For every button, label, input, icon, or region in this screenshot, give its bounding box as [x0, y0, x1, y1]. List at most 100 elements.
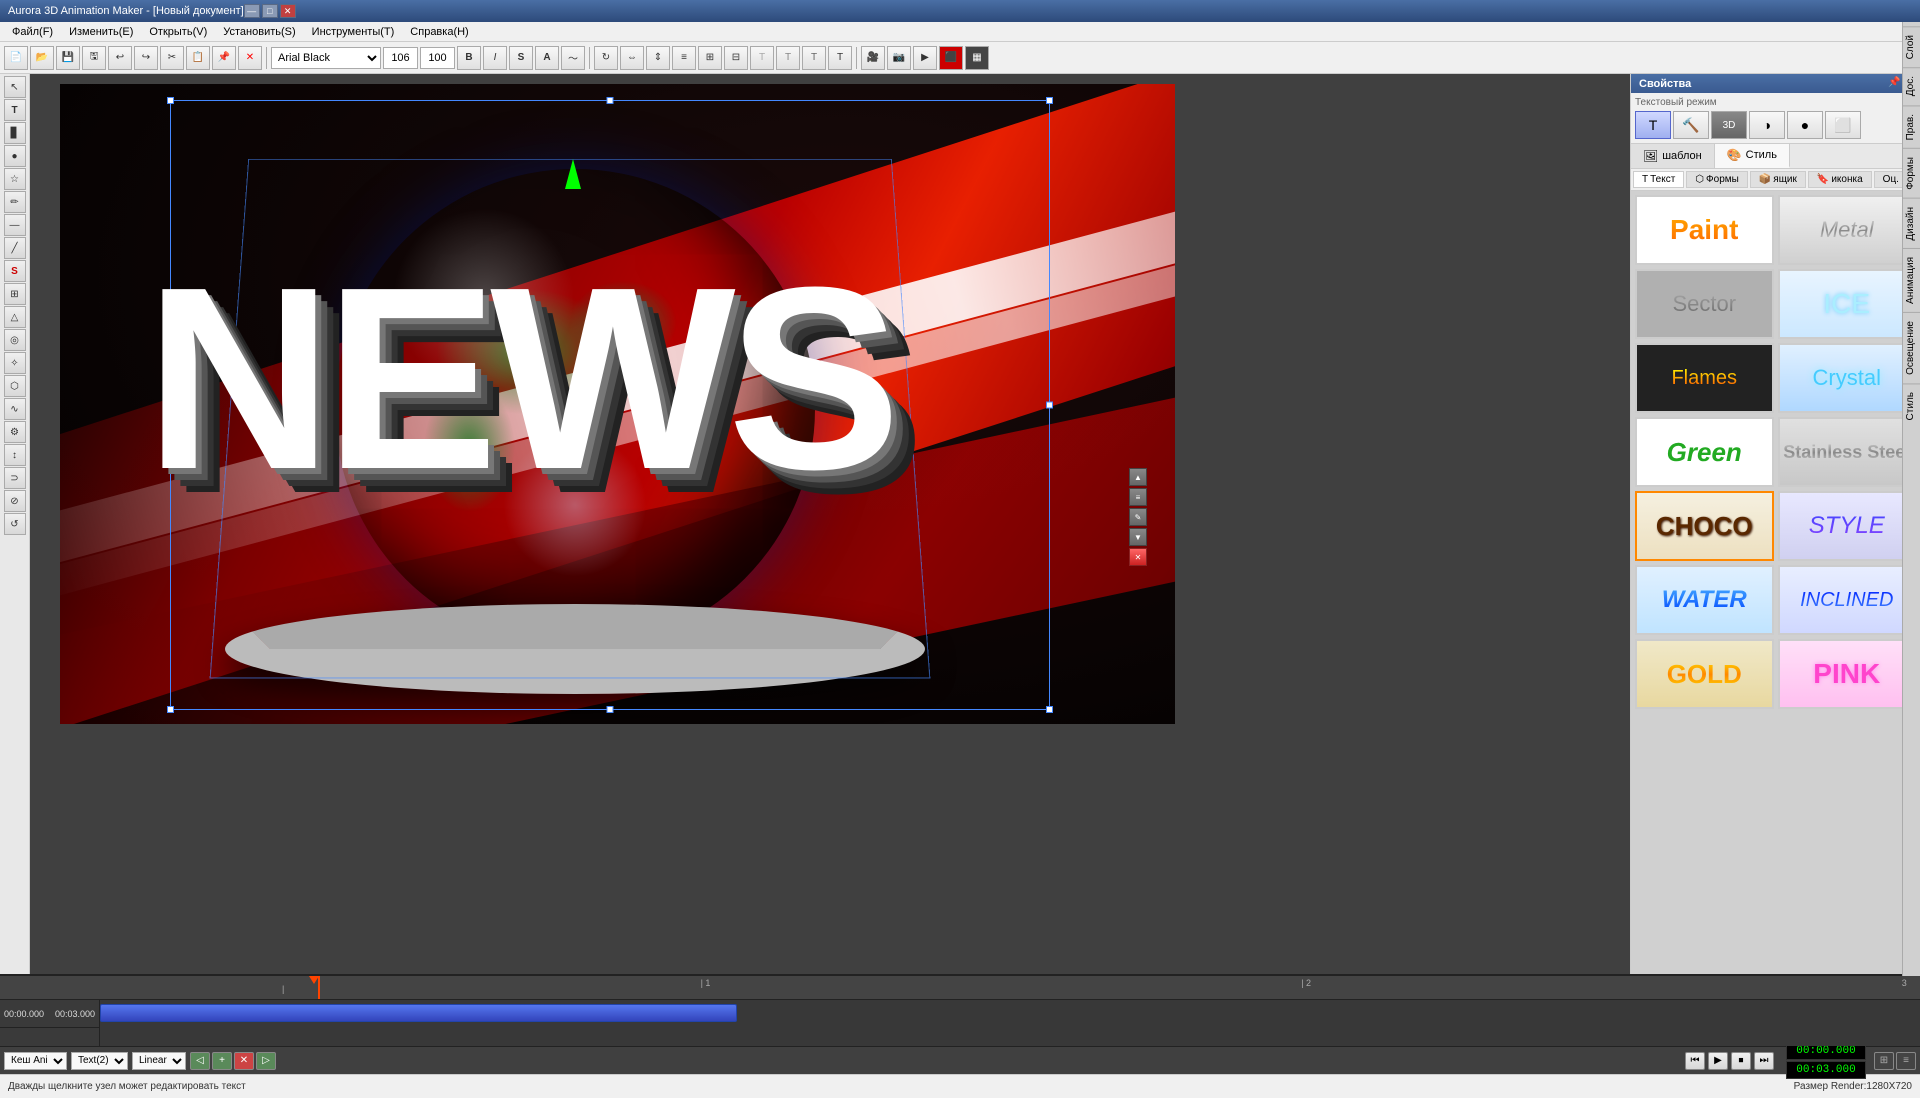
- tool-select[interactable]: ↖: [4, 76, 26, 98]
- menu-help[interactable]: Справка(H): [402, 24, 476, 40]
- tool-bezier[interactable]: ╱: [4, 237, 26, 259]
- playhead[interactable]: [318, 976, 320, 999]
- tb-undo[interactable]: ↩: [108, 46, 132, 70]
- rtab-shapes[interactable]: Формы: [1903, 148, 1920, 198]
- track-select-2[interactable]: Text(2): [71, 1052, 128, 1070]
- tool-magic[interactable]: ⊘: [4, 490, 26, 512]
- tb-shadow[interactable]: S: [509, 46, 533, 70]
- transport-rewind[interactable]: ⏮: [1685, 1052, 1705, 1070]
- tool-gear[interactable]: ⚙: [4, 421, 26, 443]
- tb-t2[interactable]: T: [776, 46, 800, 70]
- tb-new[interactable]: 📄: [4, 46, 28, 70]
- tb-bold[interactable]: B: [457, 46, 481, 70]
- tb-t3[interactable]: T: [802, 46, 826, 70]
- tool-s[interactable]: S: [4, 260, 26, 282]
- menu-file[interactable]: Файл(F): [4, 24, 61, 40]
- menu-tools[interactable]: Инструменты(T): [304, 24, 403, 40]
- style-item-pink[interactable]: PINK: [1778, 639, 1917, 709]
- tool-arrow[interactable]: ↕: [4, 444, 26, 466]
- style-item-inclined[interactable]: INCLINED: [1778, 565, 1917, 635]
- tool-sparkle[interactable]: ✧: [4, 352, 26, 374]
- tool-line[interactable]: —: [4, 214, 26, 236]
- track-select-1[interactable]: Кеш Ani: [4, 1052, 67, 1070]
- subtab-box[interactable]: 📦 ящик: [1750, 171, 1806, 188]
- rtab-animate[interactable]: Анимация: [1903, 248, 1920, 312]
- tb-cam1[interactable]: 🎥: [861, 46, 885, 70]
- style-grid[interactable]: Paint Metal Sector ICE Flames Crystal: [1631, 191, 1920, 974]
- style-item-choco[interactable]: CHOCO: [1635, 491, 1774, 561]
- menu-open[interactable]: Открыть(V): [141, 24, 215, 40]
- ctrl-list[interactable]: ≡: [1129, 488, 1147, 506]
- tool-ring[interactable]: ◎: [4, 329, 26, 351]
- kf-next[interactable]: ▷: [256, 1052, 276, 1070]
- tb-font-a[interactable]: A: [535, 46, 559, 70]
- tb-cam2[interactable]: 📷: [887, 46, 911, 70]
- tool-triangle[interactable]: △: [4, 306, 26, 328]
- tb-flip-v[interactable]: ⇕: [646, 46, 670, 70]
- tb-copy[interactable]: 📋: [186, 46, 210, 70]
- transport-play[interactable]: ▶: [1708, 1052, 1728, 1070]
- transport-stop[interactable]: ⏹: [1731, 1052, 1751, 1070]
- tm-btn-last[interactable]: ⬜: [1825, 111, 1861, 139]
- rtab-light[interactable]: Освещение: [1903, 312, 1920, 383]
- tb-italic[interactable]: I: [483, 46, 507, 70]
- style-item-sector[interactable]: Sector: [1635, 269, 1774, 339]
- kf-add[interactable]: +: [212, 1052, 232, 1070]
- tool-wave[interactable]: ∿: [4, 398, 26, 420]
- kf-prev[interactable]: ◁: [190, 1052, 210, 1070]
- ctrl-up[interactable]: ▲: [1129, 468, 1147, 486]
- subtab-icon[interactable]: 🔖 иконка: [1808, 171, 1872, 188]
- kf-del[interactable]: ✕: [234, 1052, 254, 1070]
- style-item-water[interactable]: WATER: [1635, 565, 1774, 635]
- rtab-access[interactable]: Дос.: [1903, 67, 1920, 104]
- style-item-green[interactable]: Green: [1635, 417, 1774, 487]
- ctrl-close[interactable]: ✕: [1129, 548, 1147, 566]
- tool-text[interactable]: T: [4, 99, 26, 121]
- font-scale-input[interactable]: [420, 47, 455, 69]
- tb-settings[interactable]: ▦: [965, 46, 989, 70]
- tm-btn-extrude[interactable]: 🔨: [1673, 111, 1709, 139]
- minimize-button[interactable]: —: [244, 4, 260, 18]
- tb-open[interactable]: 📂: [30, 46, 54, 70]
- style-item-gold[interactable]: GOLD: [1635, 639, 1774, 709]
- transport-end[interactable]: ⏭: [1754, 1052, 1774, 1070]
- tb-rotate[interactable]: ↻: [594, 46, 618, 70]
- tb-paste[interactable]: 📌: [212, 46, 236, 70]
- tab-template[interactable]: 🖼 шаблон: [1631, 144, 1715, 168]
- tb-t1[interactable]: T: [750, 46, 774, 70]
- close-button[interactable]: ✕: [280, 4, 296, 18]
- font-size-input[interactable]: [383, 47, 418, 69]
- rtab-layer[interactable]: Слой: [1903, 26, 1920, 67]
- tb-wave[interactable]: 〜: [561, 46, 585, 70]
- style-item-style[interactable]: STYLE: [1778, 491, 1917, 561]
- props-pin[interactable]: 📌: [1888, 77, 1900, 90]
- tb-cut[interactable]: ✂: [160, 46, 184, 70]
- style-item-ice[interactable]: ICE: [1778, 269, 1917, 339]
- tb-delete[interactable]: ✕: [238, 46, 262, 70]
- tb-group[interactable]: ⊞: [698, 46, 722, 70]
- style-item-paint[interactable]: Paint: [1635, 195, 1774, 265]
- ctrl-edit[interactable]: ✎: [1129, 508, 1147, 526]
- ctrl-down[interactable]: ▼: [1129, 528, 1147, 546]
- tool-star[interactable]: ☆: [4, 168, 26, 190]
- tb-ungroup[interactable]: ⊟: [724, 46, 748, 70]
- tb-flip-h[interactable]: ⇔: [620, 46, 644, 70]
- tb-align[interactable]: ≡: [672, 46, 696, 70]
- tool-rotate2[interactable]: ↺: [4, 513, 26, 535]
- tb-save[interactable]: 💾: [56, 46, 80, 70]
- tool-grid[interactable]: ⊞: [4, 283, 26, 305]
- menu-setup[interactable]: Установить(S): [215, 24, 303, 40]
- tool-pen[interactable]: ✏: [4, 191, 26, 213]
- timeline-content[interactable]: [100, 1000, 1920, 1046]
- tl-extra-2[interactable]: ≡: [1896, 1052, 1916, 1070]
- tm-btn-full[interactable]: ●: [1787, 111, 1823, 139]
- tb-save2[interactable]: 🖫: [82, 46, 106, 70]
- style-item-metal[interactable]: Metal: [1778, 195, 1917, 265]
- rtab-style[interactable]: Стиль: [1903, 383, 1920, 428]
- rtab-edit[interactable]: Прав.: [1903, 105, 1920, 148]
- maximize-button[interactable]: □: [262, 4, 278, 18]
- subtab-shapes[interactable]: ⬡ Формы: [1686, 171, 1748, 188]
- font-select[interactable]: Arial Black: [271, 47, 381, 69]
- style-item-flames[interactable]: Flames: [1635, 343, 1774, 413]
- tb-render[interactable]: ▶: [913, 46, 937, 70]
